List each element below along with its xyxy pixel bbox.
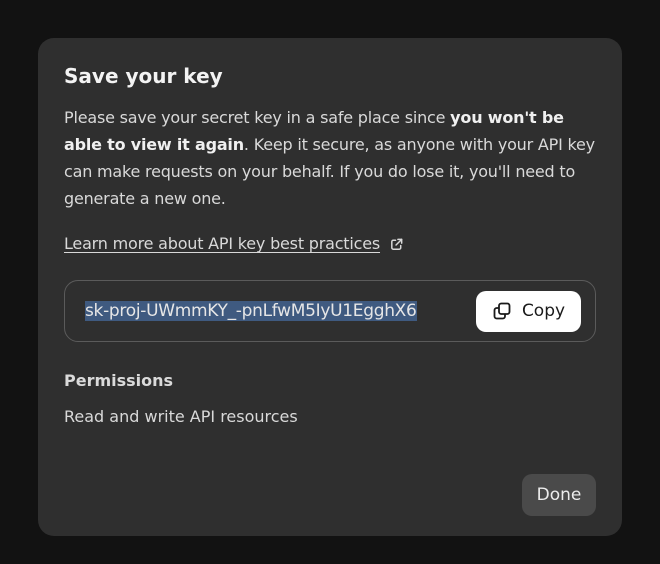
done-button-label: Done bbox=[536, 485, 582, 505]
save-key-modal: Save your key Please save your secret ke… bbox=[38, 38, 622, 536]
copy-icon bbox=[493, 302, 511, 320]
modal-title: Save your key bbox=[64, 64, 223, 88]
done-button[interactable]: Done bbox=[522, 474, 596, 516]
copy-button[interactable]: Copy bbox=[476, 290, 581, 332]
secret-key-value[interactable]: sk-proj-UWmmKY_-pnLfwM5IyU1EgghX6 bbox=[85, 297, 469, 325]
secret-key-selected-text: sk-proj-UWmmKY_-pnLfwM5IyU1EgghX6 bbox=[85, 301, 417, 321]
permissions-heading: Permissions bbox=[64, 371, 174, 390]
copy-button-label: Copy bbox=[521, 301, 566, 321]
permissions-value: Read and write API resources bbox=[64, 407, 298, 426]
secret-key-field[interactable]: sk-proj-UWmmKY_-pnLfwM5IyU1EgghX6 Copy bbox=[64, 280, 596, 342]
learn-more-link[interactable]: Learn more about API key best practices bbox=[64, 232, 404, 256]
modal-description: Please save your secret key in a safe pl… bbox=[64, 104, 600, 212]
description-text-start: Please save your secret key in a safe pl… bbox=[64, 108, 451, 127]
learn-more-label: Learn more about API key best practices bbox=[64, 234, 381, 253]
external-link-icon bbox=[391, 238, 403, 250]
